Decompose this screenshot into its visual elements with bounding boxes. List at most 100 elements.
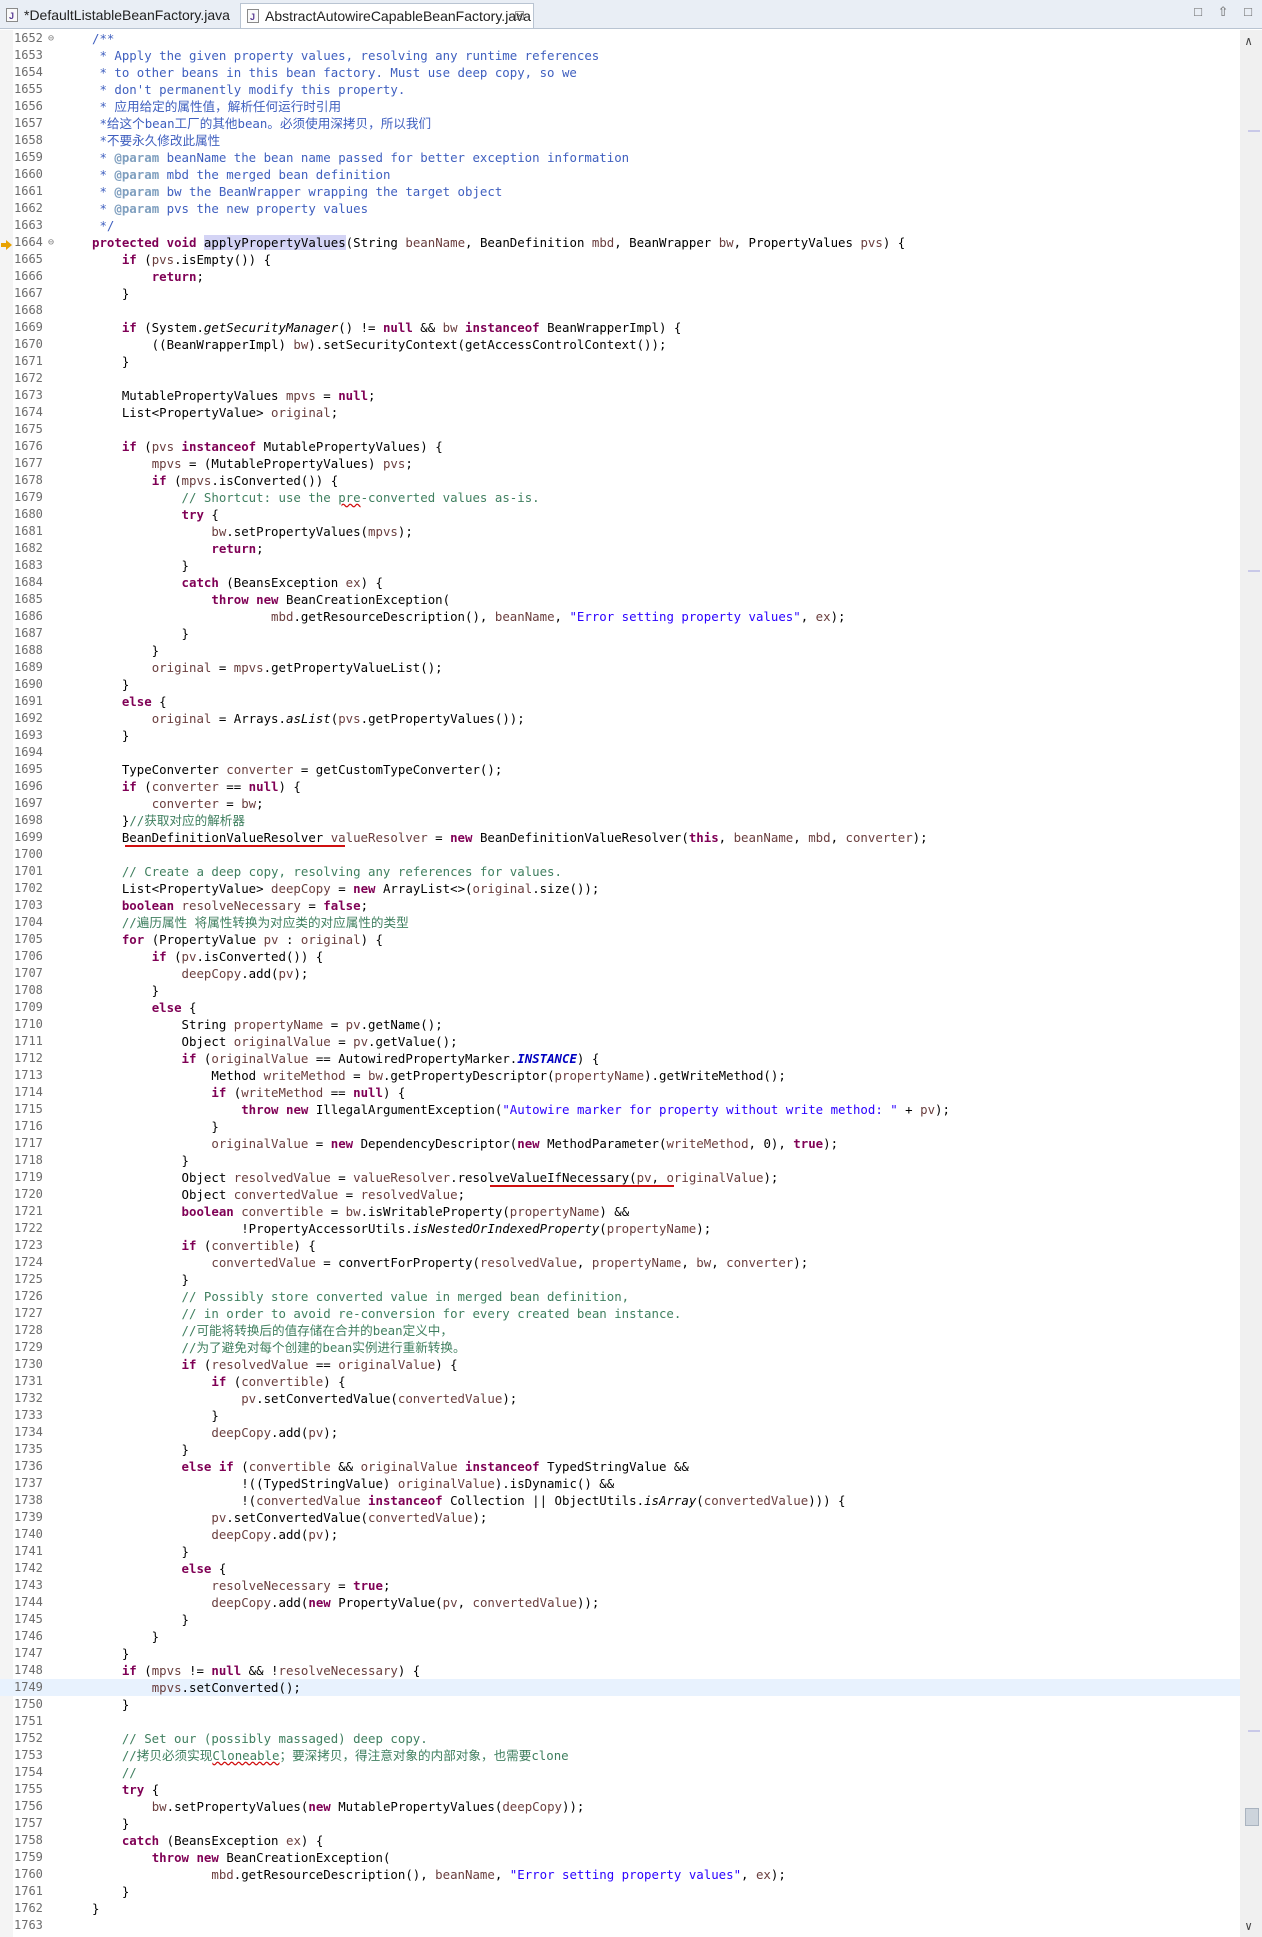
code-line[interactable]: 1713 Method writeMethod = bw.getProperty…: [0, 1067, 1240, 1084]
code-line[interactable]: 1734 deepCopy.add(pv);: [0, 1424, 1240, 1441]
code-line[interactable]: 1757 }: [0, 1815, 1240, 1832]
code-line[interactable]: 1747 }: [0, 1645, 1240, 1662]
code-line[interactable]: 1657 *给这个bean工厂的其他bean。必须使用深拷贝，所以我们: [0, 115, 1240, 132]
code-line[interactable]: 1653 * Apply the given property values, …: [0, 47, 1240, 64]
code-line[interactable]: 1691 else {: [0, 693, 1240, 710]
fold-toggle-icon[interactable]: ⊖: [48, 30, 54, 47]
code-line[interactable]: 1728 //可能将转换后的值存储在合并的bean定义中，: [0, 1322, 1240, 1339]
code-line[interactable]: 1671 }: [0, 353, 1240, 370]
code-line[interactable]: 1658 *不要永久修改此属性: [0, 132, 1240, 149]
code-line[interactable]: 1729 //为了避免对每个创建的bean实例进行重新转换。: [0, 1339, 1240, 1356]
code-line[interactable]: 1756 bw.setPropertyValues(new MutablePro…: [0, 1798, 1240, 1815]
code-line[interactable]: 1754 //: [0, 1764, 1240, 1781]
code-line[interactable]: 1680 try {: [0, 506, 1240, 523]
code-line[interactable]: 1707 deepCopy.add(pv);: [0, 965, 1240, 982]
restore-icon[interactable]: □: [1244, 4, 1252, 19]
code-line[interactable]: 1755 try {: [0, 1781, 1240, 1798]
code-line[interactable]: 1710 String propertyName = pv.getName();: [0, 1016, 1240, 1033]
code-line[interactable]: 1708 }: [0, 982, 1240, 999]
fold-toggle-icon[interactable]: ⊖: [48, 234, 54, 251]
code-line[interactable]: 1741 }: [0, 1543, 1240, 1560]
code-line[interactable]: 1739 pv.setConvertedValue(convertedValue…: [0, 1509, 1240, 1526]
code-line[interactable]: 1752 // Set our (possibly massaged) deep…: [0, 1730, 1240, 1747]
code-line[interactable]: 1684 catch (BeansException ex) {: [0, 574, 1240, 591]
code-line[interactable]: 1715 throw new IllegalArgumentException(…: [0, 1101, 1240, 1118]
code-line[interactable]: 1740 deepCopy.add(pv);: [0, 1526, 1240, 1543]
code-line[interactable]: 1717 originalValue = new DependencyDescr…: [0, 1135, 1240, 1152]
code-line[interactable]: 1654 * to other beans in this bean facto…: [0, 64, 1240, 81]
code-editor[interactable]: 1652 ⊖/** 1653 * Apply the given property …: [0, 30, 1240, 1937]
close-tab-icon[interactable]: ☒: [514, 4, 525, 29]
code-line[interactable]: 1674 List<PropertyValue> original;: [0, 404, 1240, 421]
code-line[interactable]: 1668: [0, 302, 1240, 319]
scrollbar-thumb[interactable]: [1245, 1808, 1259, 1826]
code-line[interactable]: 1698 }//获取对应的解析器: [0, 812, 1240, 829]
code-line[interactable]: 1687 }: [0, 625, 1240, 642]
code-line[interactable]: 1749 mpvs.setConverted();: [0, 1679, 1240, 1696]
code-line[interactable]: 1709 else {: [0, 999, 1240, 1016]
maximize-icon[interactable]: ⇧: [1218, 4, 1229, 19]
vertical-scrollbar[interactable]: ∧ ∨: [1240, 30, 1262, 1937]
code-line[interactable]: 1727 // in order to avoid re-conversion …: [0, 1305, 1240, 1322]
minimize-icon[interactable]: □: [1194, 4, 1202, 19]
code-line[interactable]: 1703 boolean resolveNecessary = false;: [0, 897, 1240, 914]
code-line[interactable]: 1712 if (originalValue == AutowiredPrope…: [0, 1050, 1240, 1067]
code-line[interactable]: 1696 if (converter == null) {: [0, 778, 1240, 795]
code-line[interactable]: 1718 }: [0, 1152, 1240, 1169]
code-line[interactable]: 1763: [0, 1917, 1240, 1934]
code-line[interactable]: 1677 mpvs = (MutablePropertyValues) pvs;: [0, 455, 1240, 472]
code-line[interactable]: 1748 if (mpvs != null && !resolveNecessa…: [0, 1662, 1240, 1679]
code-line[interactable]: 1732 pv.setConvertedValue(convertedValue…: [0, 1390, 1240, 1407]
code-line[interactable]: 1743 resolveNecessary = true;: [0, 1577, 1240, 1594]
code-line[interactable]: 1762}: [0, 1900, 1240, 1917]
code-line[interactable]: 1697 converter = bw;: [0, 795, 1240, 812]
code-line[interactable]: 1673 MutablePropertyValues mpvs = null;: [0, 387, 1240, 404]
code-line[interactable]: 1705 for (PropertyValue pv : original) {: [0, 931, 1240, 948]
code-line[interactable]: 1720 Object convertedValue = resolvedVal…: [0, 1186, 1240, 1203]
code-line[interactable]: 1656 * 应用给定的属性值，解析任何运行时引用: [0, 98, 1240, 115]
code-line[interactable]: 1724 convertedValue = convertForProperty…: [0, 1254, 1240, 1271]
code-line[interactable]: 1672: [0, 370, 1240, 387]
code-line[interactable]: 1676 if (pvs instanceof MutablePropertyV…: [0, 438, 1240, 455]
code-line[interactable]: 1742 else {: [0, 1560, 1240, 1577]
code-line[interactable]: 1730 if (resolvedValue == originalValue)…: [0, 1356, 1240, 1373]
code-line[interactable]: 1652 ⊖ /**: [0, 30, 1240, 47]
code-line[interactable]: 1735 }: [0, 1441, 1240, 1458]
code-line[interactable]: 1745 }: [0, 1611, 1240, 1628]
code-line[interactable]: 1723 if (convertible) {: [0, 1237, 1240, 1254]
code-line[interactable]: 1659 * @param beanName the bean name pas…: [0, 149, 1240, 166]
code-line[interactable]: 1663 */: [0, 217, 1240, 234]
code-line[interactable]: 1716 }: [0, 1118, 1240, 1135]
code-line[interactable]: 1722 !PropertyAccessorUtils.isNestedOrIn…: [0, 1220, 1240, 1237]
code-line[interactable]: 1704 //遍历属性 将属性转换为对应类的对应属性的类型: [0, 914, 1240, 931]
code-line[interactable]: 1662 * @param pvs the new property value…: [0, 200, 1240, 217]
code-line[interactable]: 1725 }: [0, 1271, 1240, 1288]
code-line[interactable]: 1758 catch (BeansException ex) {: [0, 1832, 1240, 1849]
code-line[interactable]: 1700: [0, 846, 1240, 863]
scroll-up-icon[interactable]: ∧: [1245, 34, 1252, 48]
code-line[interactable]: 1681 bw.setPropertyValues(mpvs);: [0, 523, 1240, 540]
code-line[interactable]: 1731 if (convertible) {: [0, 1373, 1240, 1390]
code-line[interactable]: 1679 // Shortcut: use the pre-converted …: [0, 489, 1240, 506]
code-line[interactable]: 1670 ((BeanWrapperImpl) bw).setSecurityC…: [0, 336, 1240, 353]
code-line[interactable]: 1744 deepCopy.add(new PropertyValue(pv, …: [0, 1594, 1240, 1611]
tab-default-listable-bean-factory[interactable]: *DefaultListableBeanFactory.java: [0, 3, 238, 29]
code-line[interactable]: 1690 }: [0, 676, 1240, 693]
code-line[interactable]: 1692 original = Arrays.asList(pvs.getPro…: [0, 710, 1240, 727]
code-line[interactable]: 1706 if (pv.isConverted()) {: [0, 948, 1240, 965]
code-line[interactable]: 1701 // Create a deep copy, resolving an…: [0, 863, 1240, 880]
code-line[interactable]: 1682 return;: [0, 540, 1240, 557]
code-line[interactable]: 1733 }: [0, 1407, 1240, 1424]
code-line[interactable]: 1669 if (System.getSecurityManager() != …: [0, 319, 1240, 336]
code-line[interactable]: 1666 return;: [0, 268, 1240, 285]
code-line[interactable]: 1688 }: [0, 642, 1240, 659]
code-line[interactable]: 1750 }: [0, 1696, 1240, 1713]
code-line[interactable]: 1753 //拷贝必须实现Cloneable；要深拷贝，得注意对象的内部对象，也…: [0, 1747, 1240, 1764]
code-line[interactable]: 1721 boolean convertible = bw.isWritable…: [0, 1203, 1240, 1220]
code-line[interactable]: 1667 }: [0, 285, 1240, 302]
code-line[interactable]: 1686 mbd.getResourceDescription(), beanN…: [0, 608, 1240, 625]
code-line[interactable]: 1759 throw new BeanCreationException(: [0, 1849, 1240, 1866]
code-line[interactable]: 1714 if (writeMethod == null) {: [0, 1084, 1240, 1101]
code-line[interactable]: 1665 if (pvs.isEmpty()) {: [0, 251, 1240, 268]
code-line[interactable]: 1689 original = mpvs.getPropertyValueLis…: [0, 659, 1240, 676]
